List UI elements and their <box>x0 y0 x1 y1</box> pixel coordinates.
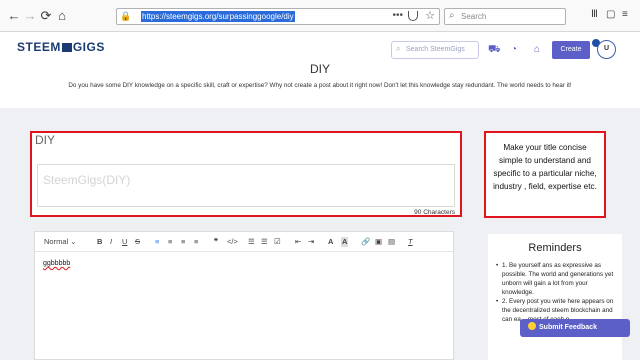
page-title: DIY <box>309 62 330 76</box>
home-icon[interactable]: ⌂ <box>54 8 70 24</box>
character-count: 90 Characters <box>414 209 455 216</box>
quote-icon[interactable]: ❞ <box>214 237 218 247</box>
reminders-list: 1. Be yourself ans as expressive as poss… <box>496 261 620 324</box>
align-right-icon[interactable]: ≡ <box>181 237 185 247</box>
format-select[interactable]: Normal ⌄ <box>44 237 77 247</box>
align-justify-icon[interactable]: ≡ <box>194 237 198 247</box>
browser-search-input[interactable]: ⌕ Search <box>444 8 566 25</box>
chevron-down-icon: ⌄ <box>70 237 77 246</box>
dashboard-gauge-icon[interactable]: ◔ <box>511 44 517 55</box>
text-color-icon[interactable]: A <box>328 237 333 247</box>
ordered-list-icon[interactable]: ☰ <box>248 237 255 247</box>
reminders-title: Reminders <box>528 242 582 254</box>
pocket-icon[interactable] <box>408 11 418 21</box>
title-tip-text: Make your title concise simple to unders… <box>493 143 597 191</box>
library-icon[interactable]: Ⅲ <box>591 9 598 20</box>
steemgigs-logo[interactable]: STEEM GIGS <box>17 40 105 54</box>
site-header: STEEM GIGS ⌕ Search SteemGigs ⛟ ◔ ⌂ Creat… <box>0 32 640 66</box>
title-input-placeholder: SteemGigs(DIY) <box>43 173 131 187</box>
avatar[interactable]: U <box>597 40 616 59</box>
background-color-icon[interactable]: A <box>341 237 349 247</box>
list-item: 1. Be yourself ans as expressive as poss… <box>496 261 620 297</box>
image-icon[interactable]: ▣ <box>375 237 382 247</box>
shopping-bag-icon[interactable]: ⌂ <box>534 44 540 55</box>
hamburger-menu-icon[interactable]: ≡ <box>622 9 628 20</box>
more-dots-icon[interactable]: ••• <box>392 10 403 21</box>
title-label: DIY <box>35 133 56 147</box>
title-input[interactable]: SteemGigs(DIY) <box>37 164 455 207</box>
sidebar-icon[interactable]: ▢ <box>606 9 615 20</box>
unordered-list-icon[interactable]: ☰ <box>261 237 268 247</box>
title-field-container: DIY SteemGigs(DIY) 90 Characters <box>30 131 462 217</box>
title-tip-box: Make your title concise simple to unders… <box>484 131 606 218</box>
forward-arrow-icon[interactable]: → <box>22 8 38 24</box>
url-text[interactable]: https://steemgigs.org/surpassinggoogle/d… <box>141 11 295 22</box>
page-intro-text: Do you have some DIY knowledge on a spec… <box>68 82 572 89</box>
checklist-icon[interactable]: ☑ <box>274 237 281 247</box>
lock-icon: 🔒 <box>120 11 132 21</box>
align-center-icon[interactable]: ≡ <box>168 237 172 247</box>
search-icon: ⌕ <box>396 44 401 53</box>
underline-icon[interactable]: U <box>122 237 127 247</box>
code-icon[interactable]: </> <box>227 237 238 247</box>
reminders-panel: Reminders 1. Be yourself ans as expressi… <box>488 234 622 360</box>
star-icon[interactable]: ☆ <box>425 9 435 22</box>
site-search-input[interactable]: ⌕ Search SteemGigs <box>391 41 479 59</box>
strikethrough-icon[interactable]: S <box>135 237 140 247</box>
reload-icon[interactable]: ⟳ <box>38 8 54 24</box>
back-arrow-icon[interactable]: ← <box>6 8 22 24</box>
editor-content[interactable]: ggbbbbb <box>43 260 70 267</box>
post-editor: Normal ⌄ B I U S ≡ ≡ ≡ ≡ ❞ </> ☰ ☰ ☑ ⇤ ⇥… <box>34 231 454 360</box>
italic-icon[interactable]: I <box>110 237 112 247</box>
outdent-icon[interactable]: ⇤ <box>295 237 301 247</box>
browser-search-placeholder: Search <box>461 12 487 21</box>
truck-icon[interactable]: ⛟ <box>488 44 501 57</box>
clear-format-icon[interactable]: T <box>408 237 413 247</box>
address-bar[interactable]: 🔒 https://steemgigs.org/surpassinggoogle… <box>116 8 440 25</box>
create-button[interactable]: Create <box>552 41 590 59</box>
site-search-placeholder: Search SteemGigs <box>406 46 465 53</box>
align-left-icon[interactable]: ≡ <box>155 237 159 247</box>
video-icon[interactable]: ▤ <box>388 237 395 247</box>
link-icon[interactable]: 🔗 <box>361 237 370 247</box>
bold-icon[interactable]: B <box>97 237 102 247</box>
indent-icon[interactable]: ⇥ <box>308 237 314 247</box>
editor-toolbar: Normal ⌄ B I U S ≡ ≡ ≡ ≡ ❞ </> ☰ ☰ ☑ ⇤ ⇥… <box>35 232 453 252</box>
search-icon: ⌕ <box>449 10 455 21</box>
submit-feedback-button[interactable]: Submit Feedback <box>520 319 630 337</box>
smiley-icon <box>528 322 536 330</box>
browser-toolbar: ← → ⟳ ⌂ 🔒 https://steemgigs.org/surpassi… <box>0 0 640 32</box>
